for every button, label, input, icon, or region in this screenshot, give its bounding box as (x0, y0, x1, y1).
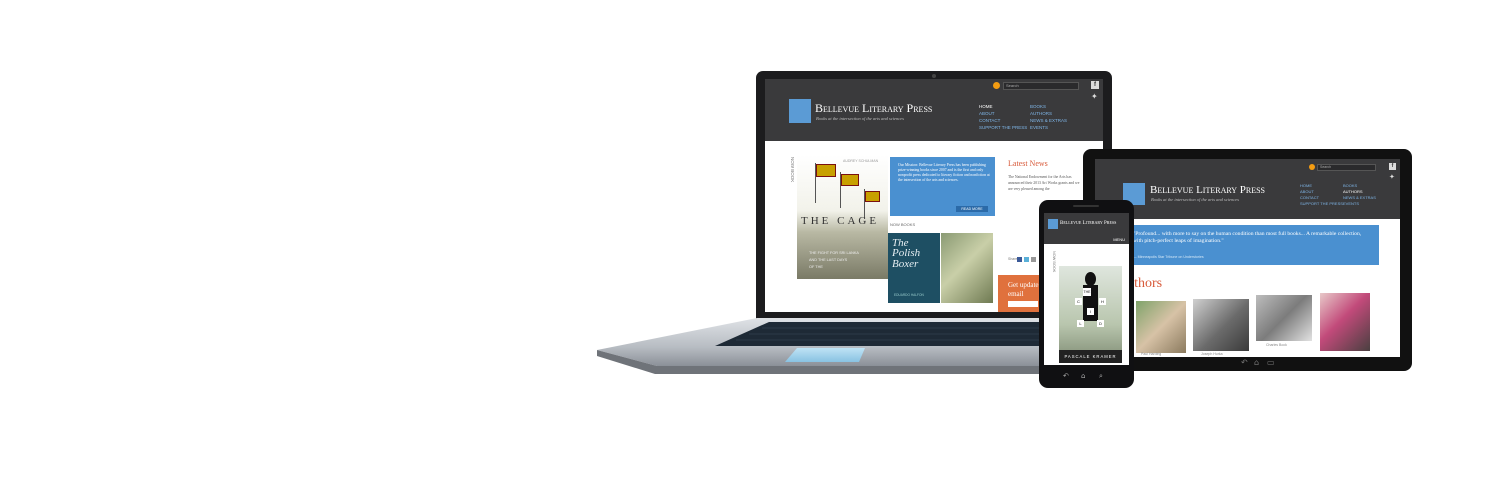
child-title-letter: C (1075, 298, 1082, 305)
quote-source: — Minneapolis Star Tribune on Understori… (1133, 255, 1204, 259)
tablet-logo-text[interactable]: Bellevue Literary Press (1150, 184, 1265, 196)
nav-books[interactable]: BOOKS (1030, 104, 1046, 109)
nav-about[interactable]: ABOUT (979, 111, 995, 116)
tablet-site-header: Bellevue Literary Press Books at the int… (1095, 159, 1400, 219)
phone-header: Bellevue Literary Press (1044, 213, 1129, 235)
phone-now-book-label: NOW BOOK (1052, 251, 1056, 273)
phone-screen: Bellevue Literary Press MENU NOW BOOK TH… (1044, 213, 1129, 365)
child-title-letter: L (1077, 320, 1084, 327)
facebook-icon[interactable]: f (1091, 81, 1099, 89)
polish-title: The Polish Boxer (892, 237, 921, 270)
phone-back-icon[interactable]: ↶ (1063, 372, 1069, 380)
tablet-facebook-icon[interactable]: f (1389, 163, 1396, 170)
tablet-back-icon[interactable]: ↶ (1241, 358, 1248, 367)
nav-home[interactable]: HOME (979, 104, 993, 109)
tablet-nav-books[interactable]: BOOKS (1343, 183, 1357, 188)
cage-subtitle-3: OF THE (809, 265, 823, 269)
search-input[interactable]: Search (1003, 82, 1079, 90)
author-photo-4[interactable] (1320, 293, 1370, 351)
cage-title: THE CAGE (801, 215, 880, 227)
logo-mark[interactable] (789, 99, 811, 123)
phone-search-icon[interactable]: ⌕ (1099, 372, 1103, 381)
tablet-twitter-icon[interactable]: ✦ (1389, 173, 1395, 181)
email-input[interactable] (1008, 301, 1038, 307)
latest-news-heading: Latest News (1008, 159, 1048, 168)
book-cover-the-polish-boxer[interactable]: The Polish Boxer EDUARDO HALFON (888, 233, 940, 303)
tablet-nav-contact[interactable]: CONTACT (1300, 195, 1319, 200)
cage-subtitle-2: AND THE LAST DAYS (809, 258, 848, 262)
share-email-icon[interactable] (1031, 257, 1036, 262)
nav-support[interactable]: SUPPORT THE PRESS (979, 125, 1027, 130)
flag-3 (865, 191, 880, 202)
child-title-letter: THE (1083, 288, 1091, 296)
nav-contact[interactable]: CONTACT (979, 118, 1000, 123)
author-photo-1[interactable] (1136, 301, 1186, 353)
site-tagline: Books at the intersection of the arts an… (816, 116, 904, 121)
mission-box: Our Mission: Bellevue Literary Press has… (890, 157, 995, 216)
cage-subtitle-1: THE FIGHT FOR SRI LANKA (809, 251, 859, 255)
site-header: Bellevue Literary Press Books at the int… (765, 79, 1103, 141)
phone-logo-mark[interactable] (1048, 219, 1058, 229)
quote-box: "Profound... with more to say on the hum… (1123, 225, 1379, 265)
polish-author: EDUARDO HALFON (894, 293, 924, 297)
cage-author: AUDREY SCHULMAN (843, 159, 879, 163)
now-books-label: NOW BOOKS (890, 222, 916, 227)
nav-events[interactable]: EVENTS (1030, 125, 1048, 130)
tablet-screen: Bellevue Literary Press Books at the int… (1095, 159, 1400, 357)
phone-logo-text[interactable]: Bellevue Literary Press (1060, 220, 1116, 226)
child-title-letter: H (1099, 298, 1106, 305)
tablet-search-input[interactable]: Search (1317, 164, 1376, 171)
mission-text: Our Mission: Bellevue Literary Press has… (898, 163, 990, 183)
author-photo-3[interactable] (1256, 295, 1312, 341)
laptop-camera (932, 74, 936, 78)
news-text: The National Endowment for the Arts has … (1008, 175, 1080, 192)
menu-button[interactable]: MENU (1044, 235, 1129, 244)
book-cover-the-child[interactable]: THE C H I L D PASCALE KRAMER (1059, 266, 1122, 363)
child-title-letter: D (1097, 320, 1104, 327)
tablet-nav-authors[interactable]: AUTHORS (1343, 189, 1363, 194)
flag-2 (841, 174, 859, 186)
rss-icon[interactable] (993, 82, 1000, 89)
tablet-nav-support[interactable]: SUPPORT THE PRESS (1300, 201, 1343, 206)
child-title-letter: I (1087, 308, 1094, 315)
tablet-nav-events[interactable]: EVENTS (1343, 201, 1359, 206)
now-book-label: NOW BOOK (790, 157, 795, 183)
flag-1 (816, 164, 836, 177)
tablet-tagline: Books at the intersection of the arts an… (1151, 197, 1239, 202)
child-author: PASCALE KRAMER (1059, 350, 1122, 363)
share-label: Share (1008, 257, 1018, 261)
tablet-rss-icon[interactable] (1309, 164, 1315, 170)
updates-text-2: email (1008, 290, 1024, 298)
author-name-2[interactable]: Joseph Hurka (1201, 352, 1223, 356)
tablet-nav-home[interactable]: HOME (1300, 183, 1312, 188)
laptop-trackpad (785, 348, 865, 362)
tablet-home-icon[interactable]: ⌂ (1254, 358, 1259, 367)
nav-authors[interactable]: AUTHORS (1030, 111, 1052, 116)
tablet-nav-about[interactable]: ABOUT (1300, 189, 1314, 194)
book-cover-the-cage[interactable]: AUDREY SCHULMAN THE CAGE THE FIGHT FOR S… (797, 155, 888, 279)
share-twitter-icon[interactable] (1024, 257, 1029, 262)
share-facebook-icon[interactable] (1017, 257, 1022, 262)
read-more-button[interactable]: READ MORE (956, 206, 988, 212)
author-name-3[interactable]: Charles Bock (1266, 343, 1287, 347)
author-name-1[interactable]: Paul Harding (1141, 352, 1161, 356)
laptop-base (597, 318, 1104, 374)
tablet-recent-icon[interactable]: ▭ (1267, 358, 1275, 367)
updates-text-1: Get update (1008, 281, 1039, 289)
phone-speaker (1073, 205, 1099, 207)
site-logo-text[interactable]: Bellevue Literary Press (815, 101, 932, 116)
tablet-nav-news[interactable]: NEWS & EXTRAS (1343, 195, 1376, 200)
twitter-icon[interactable]: ✦ (1091, 92, 1098, 101)
quote-text: "Profound... with more to say on the hum… (1133, 231, 1362, 244)
phone-home-icon[interactable]: ⌂ (1081, 372, 1085, 380)
child-silhouette-head (1085, 272, 1096, 286)
book-cover-glass[interactable] (941, 233, 993, 303)
nav-news[interactable]: NEWS & EXTRAS (1030, 118, 1067, 123)
author-photo-2[interactable] (1193, 299, 1249, 351)
